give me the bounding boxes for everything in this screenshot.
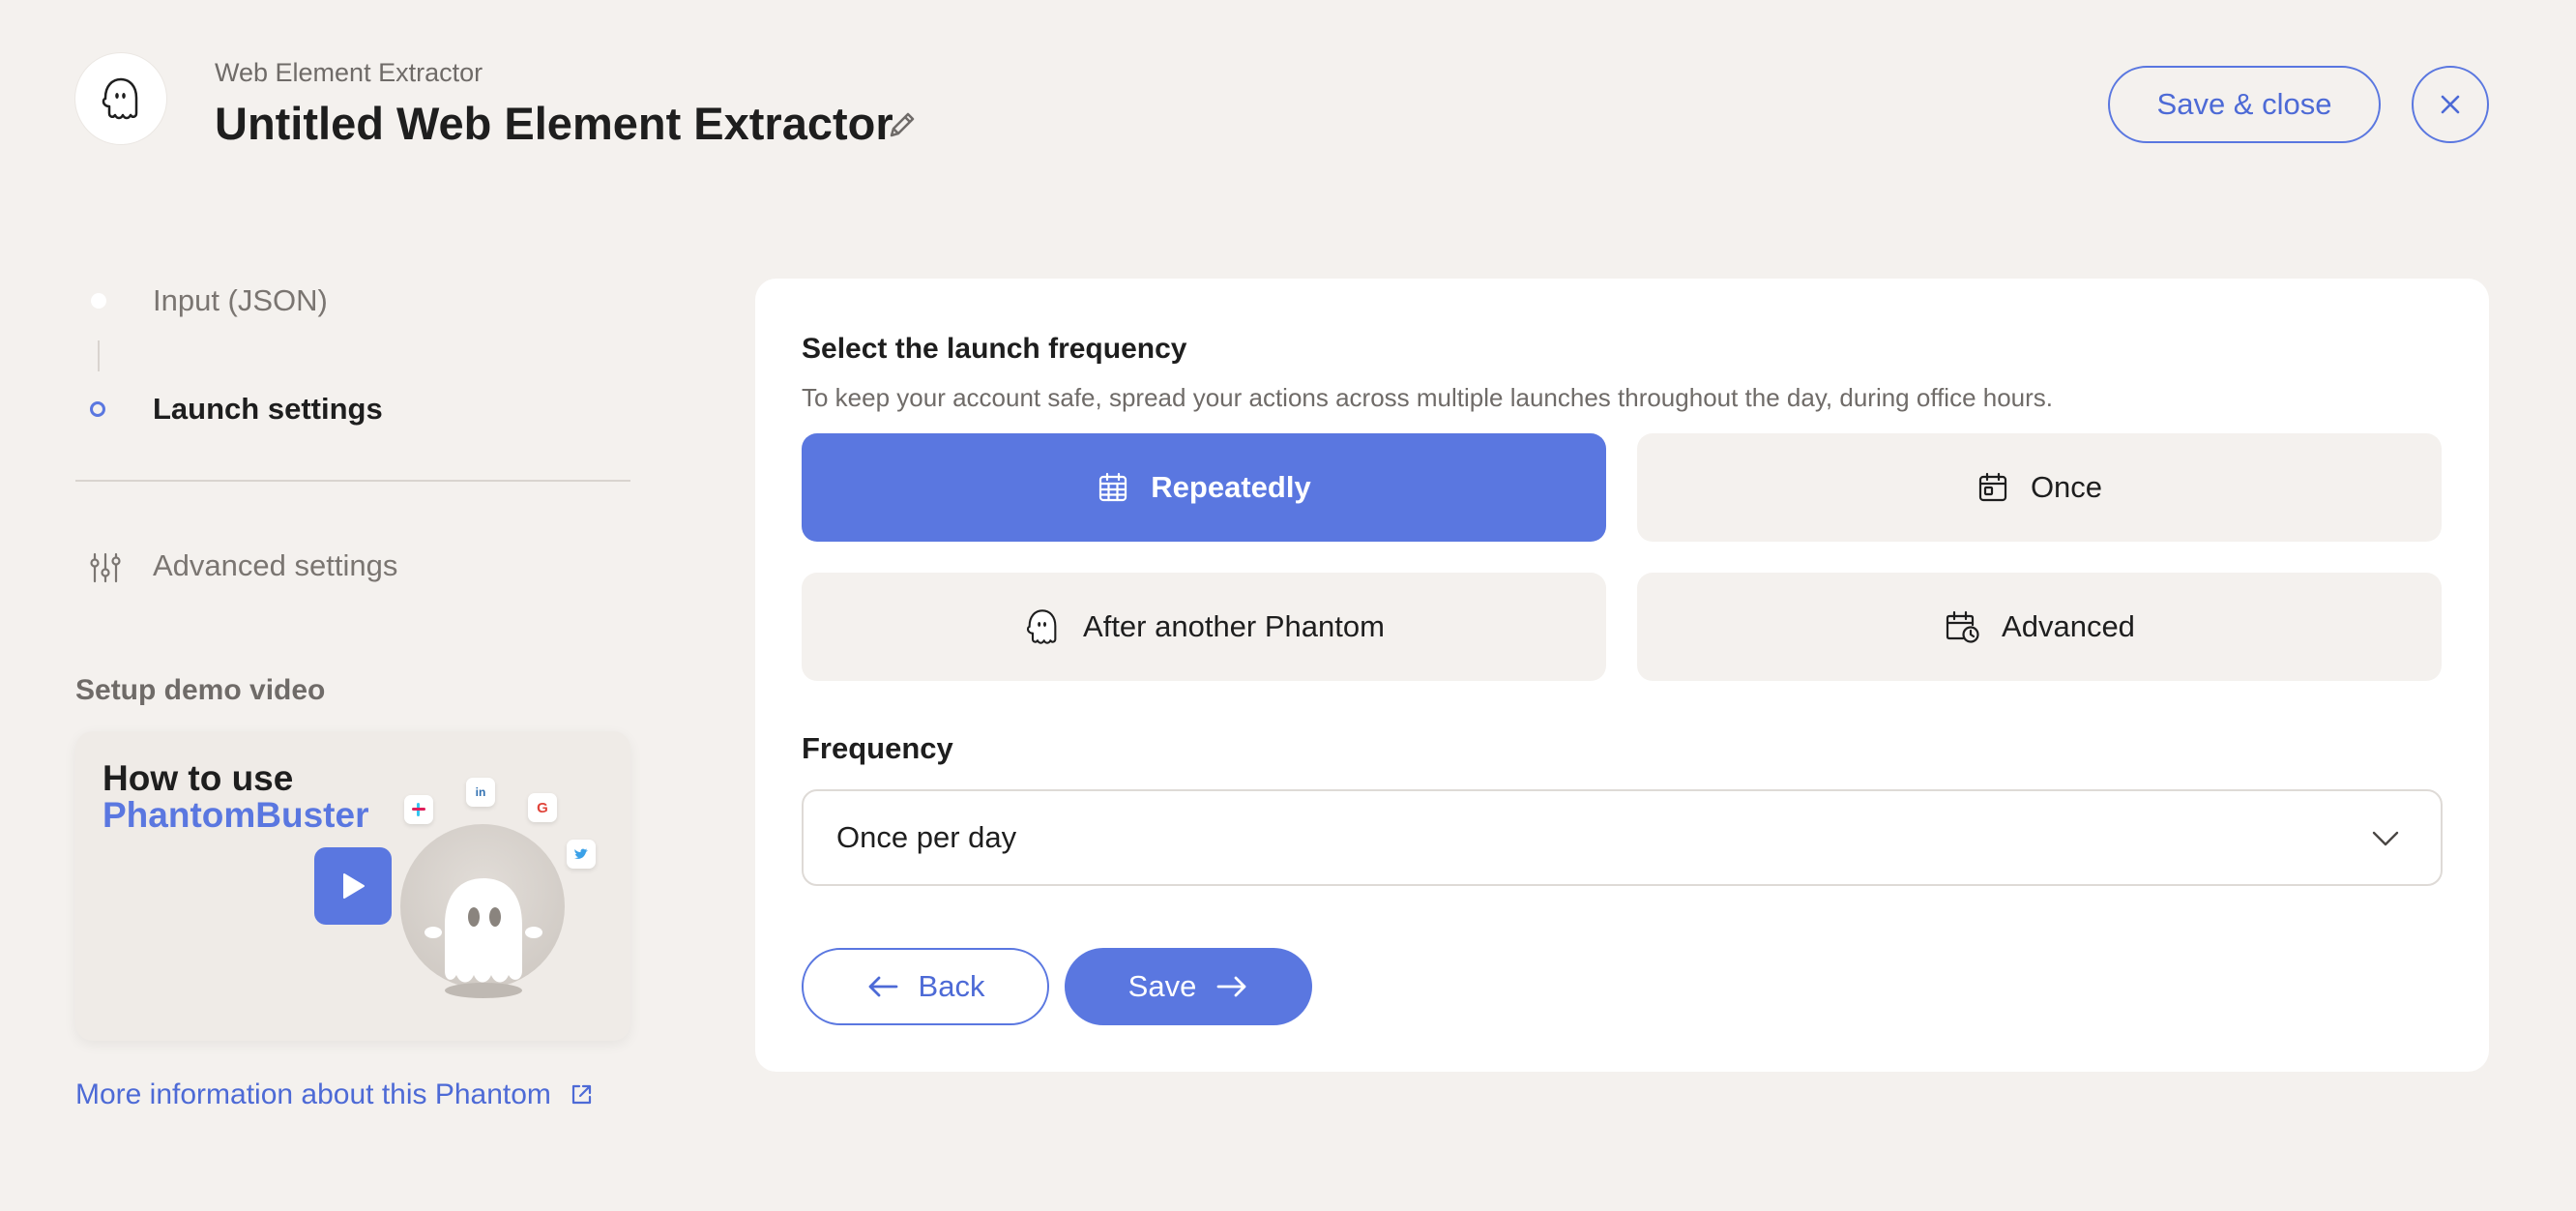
step-indicator-input: [91, 293, 106, 309]
arrow-right-icon: [1216, 976, 1246, 997]
close-icon: [2441, 95, 2460, 114]
demo-video-thumbnail[interactable]: How to use PhantomBuster in G: [75, 731, 630, 1041]
step-connector: [98, 340, 100, 371]
more-info-link[interactable]: More information about this Phantom: [75, 1078, 594, 1111]
ghost-icon: [102, 77, 138, 120]
launch-frequency-description: To keep your account safe, spread your a…: [802, 383, 2054, 412]
arrow-left-icon: [868, 976, 897, 997]
slack-icon: [404, 795, 433, 824]
option-after-another-phantom-label: After another Phantom: [1083, 609, 1385, 643]
calendar-day-icon: [1978, 472, 2007, 502]
sliders-icon: [90, 552, 121, 583]
step-indicator-launch: [90, 401, 105, 417]
google-icon: G: [528, 793, 557, 822]
launch-frequency-title: Select the launch frequency: [802, 333, 1187, 365]
sidebar-divider: [75, 480, 630, 482]
pencil-icon[interactable]: [883, 105, 922, 144]
ghost-icon: [1026, 609, 1057, 644]
save-close-button[interactable]: Save & close: [2108, 66, 2381, 143]
frequency-value: Once per day: [836, 820, 1017, 854]
option-advanced-label: Advanced: [2002, 609, 2135, 643]
play-button[interactable]: [314, 847, 392, 925]
option-repeatedly-label: Repeatedly: [1151, 470, 1311, 504]
frequency-label: Frequency: [802, 731, 953, 765]
calendar-grid-icon: [1099, 472, 1127, 502]
video-caption-line1: How to use: [102, 758, 294, 798]
more-info-label: More information about this Phantom: [75, 1078, 551, 1110]
calendar-clock-icon: [1946, 610, 1979, 643]
frequency-select[interactable]: Once per day: [802, 789, 2443, 886]
page-title: Untitled Web Element Extractor: [215, 98, 893, 149]
launch-settings-card: Select the launch frequency To keep your…: [755, 279, 2489, 1072]
ghost-mascot-icon: [424, 878, 542, 998]
step-launch-settings[interactable]: Launch settings: [153, 392, 383, 427]
play-icon: [343, 873, 365, 899]
option-advanced[interactable]: Advanced: [1637, 573, 2442, 681]
back-button[interactable]: Back: [802, 948, 1049, 1025]
step-advanced-settings[interactable]: Advanced settings: [153, 548, 397, 583]
video-caption-line2: PhantomBuster: [102, 795, 369, 835]
save-button-label: Save: [1127, 969, 1197, 1003]
phantom-logo: [74, 52, 167, 145]
option-repeatedly[interactable]: Repeatedly: [802, 433, 1606, 542]
close-button[interactable]: [2412, 66, 2489, 143]
option-once-label: Once: [2030, 470, 2103, 504]
linkedin-icon: in: [466, 778, 495, 807]
phantom-type: Web Element Extractor: [215, 58, 483, 87]
back-button-label: Back: [918, 969, 985, 1003]
save-button[interactable]: Save: [1065, 948, 1312, 1025]
external-link-icon: [571, 1084, 592, 1105]
demo-video-title: Setup demo video: [75, 674, 326, 706]
page: Web Element Extractor Untitled Web Eleme…: [0, 0, 2576, 1211]
option-after-another-phantom[interactable]: After another Phantom: [802, 573, 1606, 681]
chevron-down-icon: [2372, 831, 2399, 846]
step-input-json[interactable]: Input (JSON): [153, 283, 328, 318]
twitter-icon: [567, 840, 596, 869]
option-once[interactable]: Once: [1637, 433, 2442, 542]
